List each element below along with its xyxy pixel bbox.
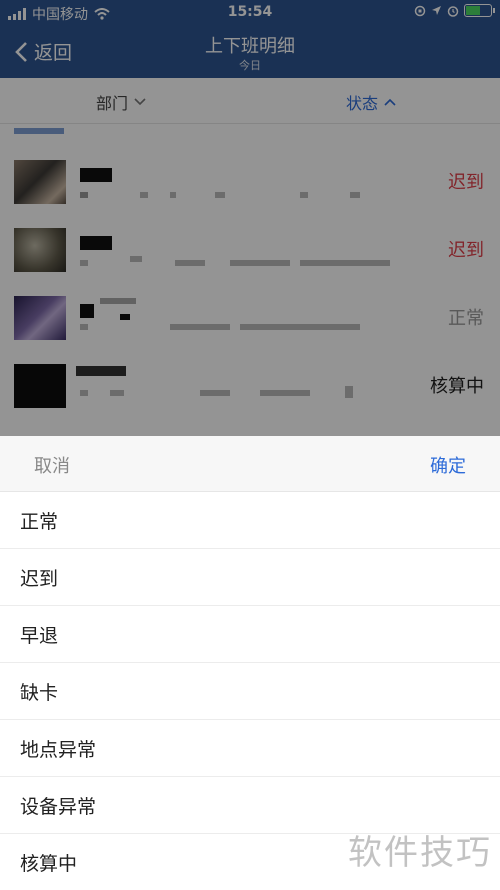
- option-label: 地点异常: [20, 739, 97, 761]
- option-missing-punch[interactable]: 缺卡: [0, 663, 500, 720]
- option-label: 早退: [20, 625, 59, 647]
- option-label: 迟到: [20, 568, 59, 590]
- option-location-exception[interactable]: 地点异常: [0, 720, 500, 777]
- option-label: 缺卡: [20, 682, 59, 704]
- option-label: 正常: [20, 511, 59, 533]
- option-normal[interactable]: 正常: [0, 492, 500, 549]
- status-picker: 取消 确定 正常 迟到 早退 缺卡 地点异常 设备异常 核算中: [0, 436, 500, 890]
- cancel-button[interactable]: 取消: [34, 452, 70, 478]
- modal-backdrop[interactable]: [0, 0, 500, 436]
- option-label: 核算中: [20, 853, 78, 875]
- option-late[interactable]: 迟到: [0, 549, 500, 606]
- option-label: 设备异常: [20, 796, 97, 818]
- confirm-button[interactable]: 确定: [430, 452, 466, 478]
- picker-header: 取消 确定: [0, 436, 500, 492]
- watermark: 软件技巧: [348, 833, 492, 873]
- option-early-leave[interactable]: 早退: [0, 606, 500, 663]
